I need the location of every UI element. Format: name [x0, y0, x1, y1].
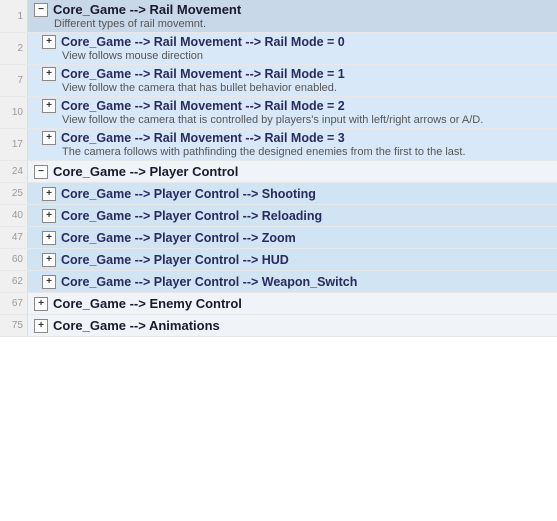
tree-row[interactable]: 25 + Core_Game --> Player Control --> Shoo… [0, 183, 557, 205]
row-content: + Core_Game --> Animations [28, 315, 557, 336]
expand-icon[interactable]: + [34, 319, 48, 333]
row-content: + Core_Game --> Rail Movement --> Rail Mo… [28, 129, 557, 160]
row-title-container: + Core_Game --> Rail Movement --> Rail Mo… [42, 131, 553, 145]
line-number: 7 [0, 65, 28, 96]
tree-row[interactable]: 67 + Core_Game --> Enemy Control [0, 293, 557, 315]
line-number: 67 [0, 293, 28, 314]
row-title-text: Core_Game --> Rail Movement --> Rail Mod… [61, 99, 345, 113]
row-title-text: Core_Game --> Player Control [53, 164, 238, 179]
row-content: + Core_Game --> Player Control --> Reload… [28, 205, 557, 226]
row-title-container: + Core_Game --> Player Control --> Zoom [42, 231, 553, 245]
collapse-icon[interactable]: − [34, 165, 48, 179]
row-title-container: + Core_Game --> Player Control --> Reload… [42, 209, 553, 223]
expand-icon[interactable]: + [42, 231, 56, 245]
row-title-text: Core_Game --> Player Control --> Weapon_… [61, 275, 357, 289]
row-title-container: + Core_Game --> Rail Movement --> Rail Mo… [42, 67, 553, 81]
tree-row[interactable]: 17 + Core_Game --> Rail Movement --> Rail … [0, 129, 557, 161]
line-number: 2 [0, 33, 28, 64]
collapse-icon[interactable]: − [34, 3, 48, 17]
line-number: 1 [0, 0, 28, 32]
line-number: 25 [0, 183, 28, 204]
expand-icon[interactable]: + [42, 187, 56, 201]
line-number: 47 [0, 227, 28, 248]
line-number: 60 [0, 249, 28, 270]
line-number: 75 [0, 315, 28, 336]
row-subtitle: The camera follows with pathfinding the … [42, 146, 553, 158]
expand-icon[interactable]: + [34, 297, 48, 311]
tree-row[interactable]: 75 + Core_Game --> Animations [0, 315, 557, 337]
row-title-container: + Core_Game --> Rail Movement --> Rail Mo… [42, 35, 553, 49]
expand-icon[interactable]: + [42, 275, 56, 289]
row-content: + Core_Game --> Player Control --> HUD [28, 249, 557, 270]
row-title-text: Core_Game --> Enemy Control [53, 296, 242, 311]
expand-icon[interactable]: + [42, 253, 56, 267]
row-subtitle: View follow the camera that has bullet b… [42, 82, 553, 94]
tree-row[interactable]: 10 + Core_Game --> Rail Movement --> Rail … [0, 97, 557, 129]
row-title-container: + Core_Game --> Player Control --> Weapon… [42, 275, 553, 289]
row-title-text: Core_Game --> Player Control --> HUD [61, 253, 289, 267]
row-title-container: + Core_Game --> Rail Movement --> Rail Mo… [42, 99, 553, 113]
expand-icon[interactable]: + [42, 209, 56, 223]
row-content: + Core_Game --> Player Control --> Shooti… [28, 183, 557, 204]
row-content: + Core_Game --> Rail Movement --> Rail Mo… [28, 33, 557, 64]
expand-icon[interactable]: + [42, 99, 56, 113]
tree-row[interactable]: 2 + Core_Game --> Rail Movement --> Rail M… [0, 33, 557, 65]
tree-container: 1−Core_Game --> Rail MovementDifferent t… [0, 0, 557, 337]
row-title-text: Core_Game --> Player Control --> Reloadi… [61, 209, 322, 223]
row-content: + Core_Game --> Rail Movement --> Rail Mo… [28, 97, 557, 128]
row-title-container: + Core_Game --> Player Control --> HUD [42, 253, 553, 267]
row-title-container: + Core_Game --> Animations [34, 318, 553, 333]
line-number: 40 [0, 205, 28, 226]
row-title-text: Core_Game --> Player Control --> Shootin… [61, 187, 316, 201]
row-content: + Core_Game --> Player Control --> Weapon… [28, 271, 557, 292]
expand-icon[interactable]: + [42, 35, 56, 49]
line-number: 24 [0, 161, 28, 182]
row-subtitle: View follows mouse direction [42, 50, 553, 62]
row-title-text: Core_Game --> Rail Movement --> Rail Mod… [61, 131, 345, 145]
row-content: −Core_Game --> Rail MovementDifferent ty… [28, 0, 557, 32]
row-subtitle: Different types of rail movemnt. [34, 18, 553, 30]
row-title-container: + Core_Game --> Enemy Control [34, 296, 553, 311]
line-number: 17 [0, 129, 28, 160]
line-number: 62 [0, 271, 28, 292]
row-content: + Core_Game --> Player Control --> Zoom [28, 227, 557, 248]
row-title-text: Core_Game --> Rail Movement --> Rail Mod… [61, 35, 345, 49]
row-title-text: Core_Game --> Rail Movement --> Rail Mod… [61, 67, 345, 81]
row-content: + Core_Game --> Rail Movement --> Rail Mo… [28, 65, 557, 96]
row-title-text: Core_Game --> Animations [53, 318, 220, 333]
expand-icon[interactable]: + [42, 131, 56, 145]
tree-row[interactable]: 7 + Core_Game --> Rail Movement --> Rail M… [0, 65, 557, 97]
row-title-text: Core_Game --> Player Control --> Zoom [61, 231, 296, 245]
tree-row[interactable]: 24−Core_Game --> Player Control [0, 161, 557, 183]
expand-icon[interactable]: + [42, 67, 56, 81]
line-number: 10 [0, 97, 28, 128]
row-content: −Core_Game --> Player Control [28, 161, 557, 182]
tree-row[interactable]: 60 + Core_Game --> Player Control --> HUD [0, 249, 557, 271]
row-title-container: −Core_Game --> Player Control [34, 164, 553, 179]
tree-row[interactable]: 62 + Core_Game --> Player Control --> Weap… [0, 271, 557, 293]
tree-row[interactable]: 40 + Core_Game --> Player Control --> Relo… [0, 205, 557, 227]
row-title-container: + Core_Game --> Player Control --> Shooti… [42, 187, 553, 201]
tree-row[interactable]: 47 + Core_Game --> Player Control --> Zoom [0, 227, 557, 249]
row-title-container: −Core_Game --> Rail Movement [34, 2, 553, 17]
row-title-text: Core_Game --> Rail Movement [53, 2, 241, 17]
row-content: + Core_Game --> Enemy Control [28, 293, 557, 314]
row-subtitle: View follow the camera that is controlle… [42, 114, 553, 126]
tree-row[interactable]: 1−Core_Game --> Rail MovementDifferent t… [0, 0, 557, 33]
